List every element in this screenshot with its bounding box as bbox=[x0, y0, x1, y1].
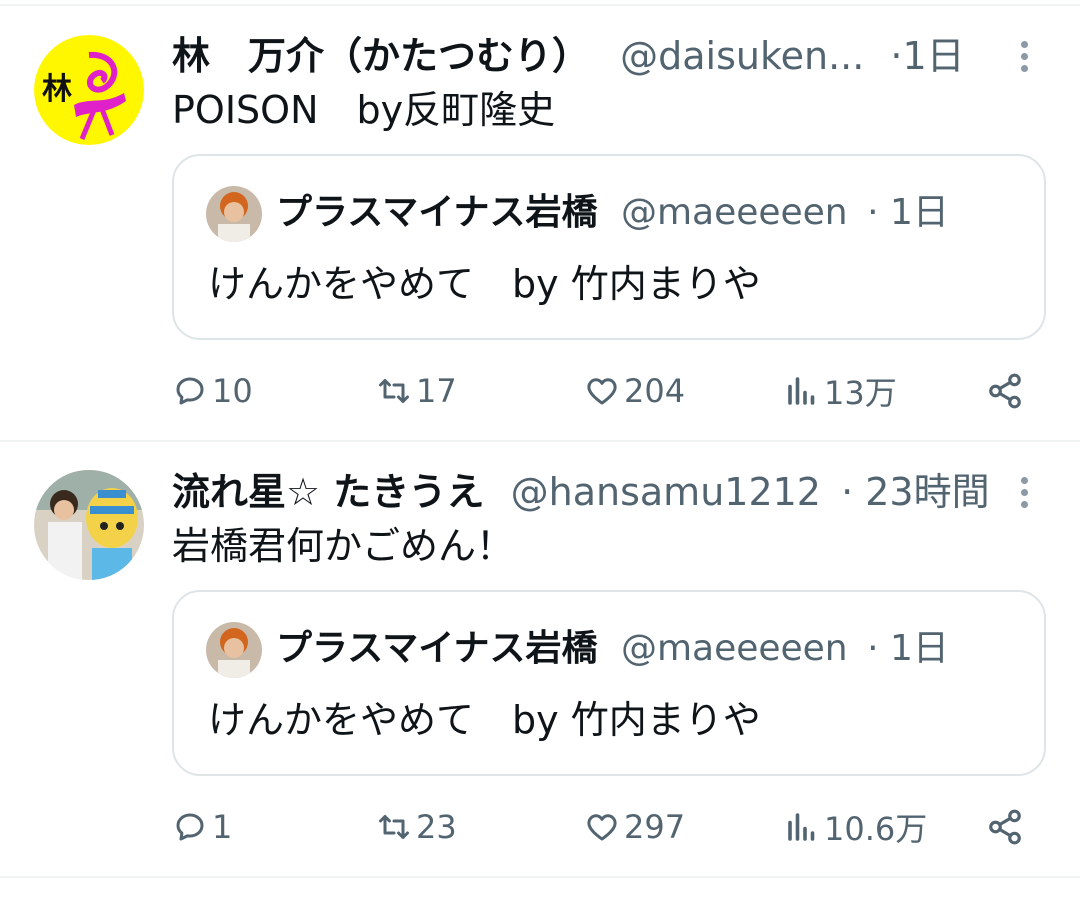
quoted-tweet[interactable]: プラスマイナス岩橋 @maeeeeen · 1日 けんかをやめて by 竹内まり… bbox=[172, 590, 1046, 776]
views-button[interactable]: 10.6万 bbox=[784, 802, 927, 852]
mascot-avatar-image bbox=[34, 470, 144, 580]
timestamp[interactable]: · 23時間 bbox=[841, 470, 990, 514]
like-button[interactable]: 297 bbox=[584, 802, 685, 852]
quoted-header: プラスマイナス岩橋 @maeeeeen · 1日 bbox=[276, 190, 949, 236]
tweet-header: 林 万介（かたつむり） @daisuken... ·1日 bbox=[172, 32, 965, 80]
user-handle[interactable]: @hansamu1212 bbox=[511, 470, 821, 514]
person-avatar-image bbox=[206, 622, 262, 678]
tweet-item[interactable]: 林 林 万介（かたつむり） @daisuken... ·1日 POISON by… bbox=[0, 0, 1080, 440]
quoted-display-name: プラスマイナス岩橋 bbox=[276, 628, 598, 669]
tweet-header: 流れ星☆ たきうえ @hansamu1212 · 23時間 bbox=[172, 468, 990, 516]
quoted-tweet[interactable]: プラスマイナス岩橋 @maeeeeen · 1日 けんかをやめて by 竹内まり… bbox=[172, 154, 1046, 340]
tweet-text: POISON by反町隆史 bbox=[172, 88, 556, 132]
snail-avatar-image: 林 bbox=[34, 35, 144, 145]
action-bar: 10 17 204 13万 bbox=[0, 366, 1080, 416]
quoted-avatar bbox=[206, 186, 262, 242]
quoted-text: けんかをやめて by 竹内まりや bbox=[208, 698, 761, 742]
retweet-icon bbox=[379, 379, 409, 403]
like-count: 204 bbox=[624, 372, 686, 410]
svg-text:林: 林 bbox=[42, 73, 72, 106]
views-icon bbox=[788, 813, 815, 841]
reply-button[interactable]: 10 bbox=[172, 366, 253, 416]
views-icon bbox=[788, 377, 815, 405]
more-icon[interactable] bbox=[1010, 36, 1038, 76]
quoted-display-name: プラスマイナス岩橋 bbox=[276, 192, 598, 233]
quoted-timestamp: · 1日 bbox=[867, 192, 949, 233]
avatar[interactable] bbox=[34, 470, 144, 580]
quoted-text: けんかをやめて by 竹内まりや bbox=[208, 262, 761, 306]
action-bar: 1 23 297 10.6万 bbox=[0, 802, 1080, 852]
retweet-count: 23 bbox=[416, 808, 457, 846]
share-icon[interactable] bbox=[986, 372, 1024, 410]
more-icon[interactable] bbox=[1010, 472, 1038, 512]
quoted-avatar bbox=[206, 622, 262, 678]
views-button[interactable]: 13万 bbox=[784, 366, 897, 416]
retweet-icon bbox=[379, 815, 409, 839]
display-name[interactable]: 林 万介（かたつむり） bbox=[172, 34, 590, 78]
avatar[interactable]: 林 bbox=[34, 35, 144, 145]
display-name[interactable]: 流れ星☆ たきうえ bbox=[172, 470, 485, 514]
reply-button[interactable]: 1 bbox=[172, 802, 232, 852]
reply-count: 1 bbox=[212, 808, 233, 846]
timestamp[interactable]: ·1日 bbox=[890, 34, 964, 78]
tweet-text: 岩橋君何かごめん！ bbox=[172, 524, 515, 568]
share-icon[interactable] bbox=[986, 808, 1024, 846]
like-icon bbox=[587, 814, 617, 841]
retweet-button[interactable]: 23 bbox=[376, 802, 457, 852]
like-button[interactable]: 204 bbox=[584, 366, 685, 416]
like-icon bbox=[587, 378, 617, 405]
retweet-button[interactable]: 17 bbox=[376, 366, 457, 416]
quoted-user-handle: @maeeeeen bbox=[620, 628, 848, 669]
views-count: 13万 bbox=[824, 374, 897, 412]
reply-icon bbox=[176, 377, 204, 405]
tweet-item[interactable]: 流れ星☆ たきうえ @hansamu1212 · 23時間 岩橋君何かごめん！ … bbox=[0, 442, 1080, 876]
user-handle[interactable]: @daisuken... bbox=[620, 34, 864, 78]
person-avatar-image bbox=[206, 186, 262, 242]
quoted-timestamp: · 1日 bbox=[867, 628, 949, 669]
tweet-divider bbox=[0, 876, 1080, 878]
reply-icon bbox=[176, 813, 204, 841]
reply-count: 10 bbox=[212, 372, 253, 410]
quoted-user-handle: @maeeeeen bbox=[620, 192, 848, 233]
views-count: 10.6万 bbox=[824, 810, 928, 848]
retweet-count: 17 bbox=[416, 372, 457, 410]
quoted-header: プラスマイナス岩橋 @maeeeeen · 1日 bbox=[276, 626, 949, 672]
like-count: 297 bbox=[624, 808, 686, 846]
